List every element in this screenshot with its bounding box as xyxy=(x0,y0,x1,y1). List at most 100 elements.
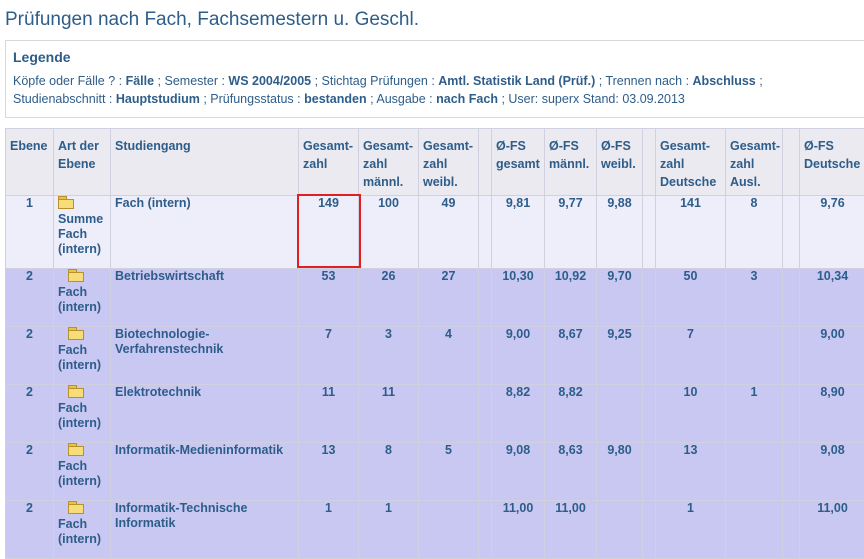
value-cell: 7 xyxy=(299,327,359,385)
column-header[interactable]: Ebene xyxy=(6,129,54,196)
value-cell xyxy=(783,269,800,327)
value-cell: 8,67 xyxy=(545,327,597,385)
studiengang-link[interactable]: Biotechnologie-Verfahrenstechnik xyxy=(111,327,299,385)
table-row: 2Fach (intern)Biotechnologie-Verfahrenst… xyxy=(6,327,864,385)
column-header[interactable] xyxy=(783,129,800,196)
folder-icon[interactable] xyxy=(68,385,84,397)
ebene-cell: 2 xyxy=(6,443,54,501)
value-cell: 11 xyxy=(299,385,359,443)
art-cell: Summe Fach (intern) xyxy=(54,196,111,269)
column-header[interactable]: Gesamt-zahl Ausl. xyxy=(726,129,783,196)
value-cell: 13 xyxy=(656,443,726,501)
column-header[interactable]: Gesamt-zahl weibl. xyxy=(419,129,479,196)
table-header-row: EbeneArt der EbeneStudiengangGesamt-zahl… xyxy=(6,129,864,196)
results-table: EbeneArt der EbeneStudiengangGesamt-zahl… xyxy=(5,128,864,559)
value-cell xyxy=(643,385,656,443)
value-cell xyxy=(479,196,492,269)
art-label: Fach (intern) xyxy=(58,343,101,372)
value-cell: 11,00 xyxy=(800,501,864,559)
legend-value: Fälle xyxy=(126,74,158,88)
value-cell xyxy=(479,327,492,385)
page-title: Prüfungen nach Fach, Fachsemestern u. Ge… xyxy=(5,9,419,31)
value-cell xyxy=(643,443,656,501)
art-label: Fach (intern) xyxy=(58,401,101,430)
legend-line-2: Studienabschnitt : Hauptstudium ; Prüfun… xyxy=(13,92,685,106)
studiengang-link[interactable]: Informatik-Medieninformatik xyxy=(111,443,299,501)
legend-label: Köpfe oder Fälle ? : xyxy=(13,74,126,88)
column-header[interactable]: Ø-FS Deutsche xyxy=(800,129,864,196)
art-label: Fach (intern) xyxy=(58,459,101,488)
value-cell: 8,82 xyxy=(492,385,545,443)
column-header[interactable]: Gesamt-zahl Deutsche xyxy=(656,129,726,196)
value-cell: 4 xyxy=(419,327,479,385)
value-cell: 27 xyxy=(419,269,479,327)
art-cell: Fach (intern) xyxy=(54,327,111,385)
art-cell: Fach (intern) xyxy=(54,443,111,501)
value-cell xyxy=(597,501,643,559)
value-cell: 9,08 xyxy=(800,443,864,501)
value-cell: 13 xyxy=(299,443,359,501)
art-label: Fach (intern) xyxy=(58,285,101,314)
value-cell xyxy=(643,327,656,385)
value-cell xyxy=(419,501,479,559)
column-header[interactable]: Studiengang xyxy=(111,129,299,196)
value-cell xyxy=(479,385,492,443)
value-cell xyxy=(726,443,783,501)
ebene-cell: 2 xyxy=(6,501,54,559)
value-cell: 10,92 xyxy=(545,269,597,327)
value-cell: 9,70 xyxy=(597,269,643,327)
value-cell xyxy=(783,501,800,559)
value-cell: 11,00 xyxy=(492,501,545,559)
legend-line-1: Köpfe oder Fälle ? : Fälle ; Semester : … xyxy=(13,74,763,88)
value-cell xyxy=(479,443,492,501)
table-row: 2Fach (intern)Betriebswirtschaft53262710… xyxy=(6,269,864,327)
table-row: 2Fach (intern)Elektrotechnik11118,828,82… xyxy=(6,385,864,443)
value-cell xyxy=(643,501,656,559)
art-label: Fach (intern) xyxy=(58,517,101,546)
column-header[interactable] xyxy=(643,129,656,196)
column-header[interactable]: Art der Ebene xyxy=(54,129,111,196)
legend-value: Hauptstudium xyxy=(116,92,204,106)
value-cell: 49 xyxy=(419,196,479,269)
column-header[interactable]: Ø-FS weibl. xyxy=(597,129,643,196)
value-cell xyxy=(479,501,492,559)
studiengang-link[interactable]: Informatik-Technische Informatik xyxy=(111,501,299,559)
legend-value: Abschluss xyxy=(693,74,760,88)
studiengang-link[interactable]: Betriebswirtschaft xyxy=(111,269,299,327)
value-cell xyxy=(597,385,643,443)
column-header[interactable]: Gesamt-zahl männl. xyxy=(359,129,419,196)
value-cell: 8,63 xyxy=(545,443,597,501)
folder-icon[interactable] xyxy=(68,327,84,339)
legend-label: ; Prüfungsstatus : xyxy=(203,92,304,106)
studiengang-link[interactable]: Elektrotechnik xyxy=(111,385,299,443)
value-cell: 8,82 xyxy=(545,385,597,443)
value-cell xyxy=(419,385,479,443)
column-header[interactable] xyxy=(479,129,492,196)
table-row: 1Summe Fach (intern)Fach (intern)1491004… xyxy=(6,196,864,269)
value-cell: 9,88 xyxy=(597,196,643,269)
value-cell: 9,25 xyxy=(597,327,643,385)
folder-icon[interactable] xyxy=(68,501,84,513)
value-cell: 1 xyxy=(359,501,419,559)
studiengang-link[interactable]: Fach (intern) xyxy=(111,196,299,269)
value-cell: 3 xyxy=(359,327,419,385)
value-cell: 100 xyxy=(359,196,419,269)
value-cell: 1 xyxy=(299,501,359,559)
value-cell: 50 xyxy=(656,269,726,327)
column-header[interactable]: Ø-FS gesamt xyxy=(492,129,545,196)
table-row: 2Fach (intern) Informatik-Technische Info… xyxy=(6,501,864,559)
value-cell: 1 xyxy=(656,501,726,559)
ebene-cell: 1 xyxy=(6,196,54,269)
column-header[interactable]: Gesamt-zahl xyxy=(299,129,359,196)
value-cell: 11,00 xyxy=(545,501,597,559)
folder-icon[interactable] xyxy=(68,443,84,455)
legend-label: ; User: superx Stand: 03.09.2013 xyxy=(501,92,684,106)
value-cell: 10,34 xyxy=(800,269,864,327)
value-cell: 3 xyxy=(726,269,783,327)
value-cell xyxy=(783,327,800,385)
legend-label: ; Trennen nach : xyxy=(599,74,693,88)
legend-value: bestanden xyxy=(304,92,370,106)
column-header[interactable]: Ø-FS männl. xyxy=(545,129,597,196)
folder-icon[interactable] xyxy=(68,269,84,281)
folder-open-icon[interactable] xyxy=(58,196,74,208)
